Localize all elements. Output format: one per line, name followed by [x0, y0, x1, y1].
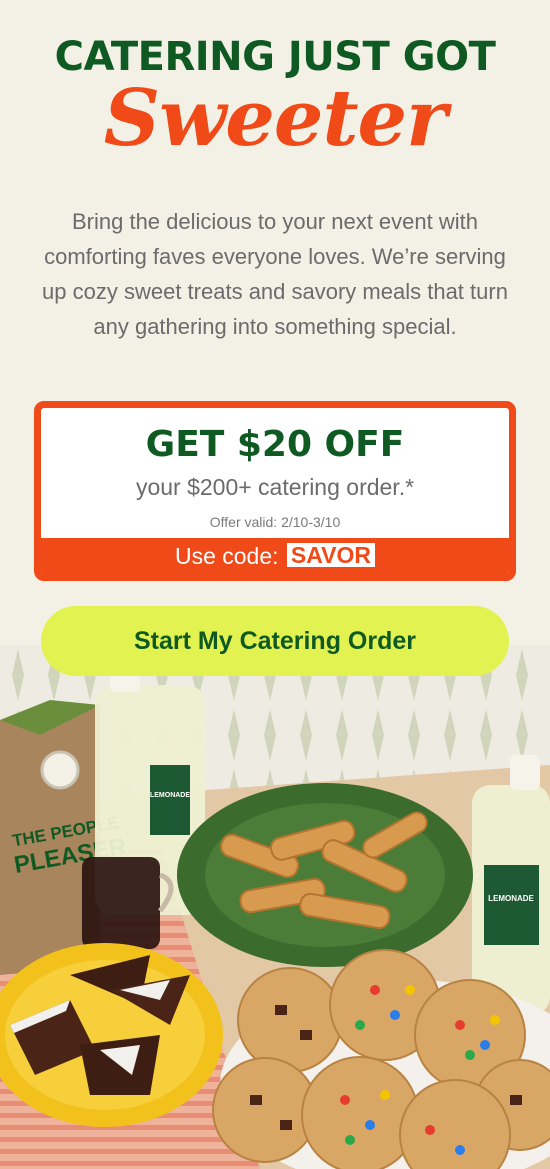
hero-section: CATERING JUST GOT Sweeter Bring the deli… — [0, 0, 550, 645]
headline-script: Sweeter — [103, 73, 447, 164]
promo-code-label: Use code: — [174, 543, 279, 569]
offer-subtext: your $200+ catering order.* — [135, 474, 415, 500]
offer-validity: Offer valid: 2/10-3/10 — [209, 514, 341, 530]
offer-card: GET $20 OFF your $200+ catering order.* … — [34, 401, 516, 581]
lemonade-jug-right: LEMONADE — [472, 755, 550, 1015]
intro-text: Bring the delicious to your next event w… — [42, 209, 508, 339]
pastry-plate — [177, 783, 473, 967]
food-photo-illustration: THE PEOPLE PLEASER LEMONADE LEMONADE — [0, 645, 550, 1169]
coffee-cup — [82, 857, 174, 949]
promo-code-bar: Use code: SAVOR — [41, 538, 509, 574]
start-catering-order-button[interactable]: Start My Catering Order — [41, 606, 509, 676]
promo-code: SAVOR — [286, 543, 376, 567]
offer-headline: GET $20 OFF — [145, 424, 405, 465]
hero-food-photo: THE PEOPLE PLEASER LEMONADE LEMONADE — [0, 645, 550, 1169]
jug-label-right: LEMONADE — [488, 894, 534, 903]
jug-label-left: LEMONADE — [150, 792, 190, 799]
